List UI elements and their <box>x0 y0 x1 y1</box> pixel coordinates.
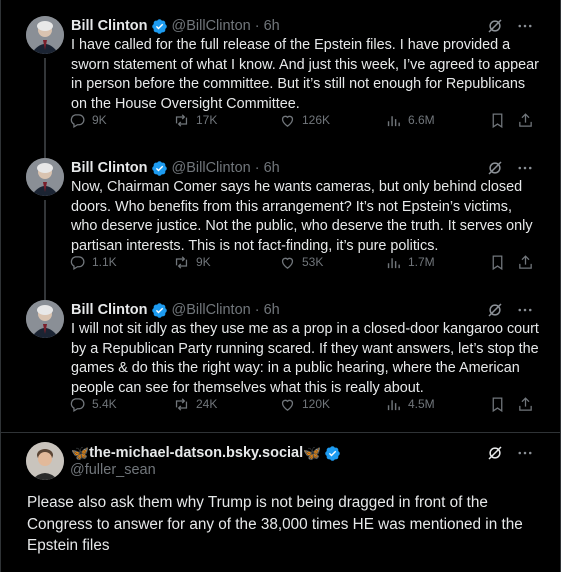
views-button[interactable]: 6.6M <box>385 112 435 129</box>
separator-dot: · <box>254 302 260 318</box>
share-icon <box>519 112 532 127</box>
views-count: 4.5M <box>408 397 435 411</box>
timestamp[interactable]: 6h <box>264 160 280 176</box>
tweet-top-icons <box>486 444 534 462</box>
timestamp[interactable]: 6h <box>264 18 280 34</box>
timestamp[interactable]: 6h <box>264 302 280 318</box>
tweet-header: Bill Clinton @BillClinton · 6h <box>71 158 280 178</box>
author-handle[interactable]: @BillClinton <box>172 18 251 34</box>
reply-button[interactable]: 9K <box>69 112 107 129</box>
divider <box>1 432 561 433</box>
repost-button[interactable]: 24K <box>173 396 217 413</box>
reply-button[interactable]: 1.1K <box>69 254 117 271</box>
tweet-top-icons <box>486 159 534 177</box>
share-icon <box>519 396 532 411</box>
reply-count: 5.4K <box>92 397 117 411</box>
author-name[interactable]: the-michael-datson.bsky.social <box>89 445 303 461</box>
reply-icon <box>70 113 85 128</box>
author-handle[interactable]: @BillClinton <box>172 160 251 176</box>
reply-count: 9K <box>92 113 107 127</box>
tweet-text: I have called for the full release of th… <box>71 37 539 112</box>
bookmark-button[interactable] <box>489 254 506 271</box>
like-button[interactable]: 126K <box>279 112 330 129</box>
like-count: 53K <box>302 255 324 269</box>
more-icon[interactable] <box>516 159 534 177</box>
tweet-text: Please also ask them why Trump is not be… <box>27 494 523 554</box>
tweet-top-icons <box>486 301 534 319</box>
author-handle[interactable]: @BillClinton <box>172 302 251 318</box>
reply-button[interactable]: 5.4K <box>69 396 117 413</box>
grok-icon[interactable] <box>486 444 504 462</box>
tweet-text: I will not sit idly as they use me as a … <box>71 321 539 396</box>
author-name[interactable]: Bill Clinton <box>71 160 148 176</box>
repost-count: 17K <box>196 113 218 127</box>
timeline: Bill Clinton @BillClinton · 6h I have ca… <box>0 0 561 572</box>
verified-badge-icon <box>151 18 168 35</box>
avatar[interactable] <box>26 16 64 54</box>
more-icon[interactable] <box>516 17 534 35</box>
grok-icon[interactable] <box>486 301 504 319</box>
verified-badge-icon <box>324 445 341 462</box>
tweet-top-icons <box>486 17 534 35</box>
more-icon[interactable] <box>516 301 534 319</box>
author-handle[interactable]: @fuller_sean <box>70 462 156 478</box>
share-button[interactable] <box>517 396 534 413</box>
share-button[interactable] <box>517 112 534 129</box>
repost-count: 9K <box>196 255 211 269</box>
share-button[interactable] <box>517 254 534 271</box>
views-count: 6.6M <box>408 113 435 127</box>
views-icon <box>387 399 400 410</box>
author-name[interactable]: Bill Clinton <box>71 18 148 34</box>
repost-icon <box>175 255 188 269</box>
bookmark-icon <box>492 112 503 128</box>
tweet-header: 🦋 the-michael-datson.bsky.social 🦋 <box>71 443 341 463</box>
verified-badge-icon <box>151 160 168 177</box>
repost-icon <box>175 113 188 127</box>
like-button[interactable]: 120K <box>279 396 330 413</box>
bookmark-button[interactable] <box>489 396 506 413</box>
avatar[interactable] <box>26 158 64 196</box>
tweet-text: Now, Chairman Comer says he wants camera… <box>71 179 533 254</box>
repost-button[interactable]: 17K <box>173 112 217 129</box>
more-icon[interactable] <box>516 444 534 462</box>
like-icon <box>281 115 294 127</box>
separator-dot: · <box>254 18 260 34</box>
reply-icon <box>70 255 85 270</box>
repost-button[interactable]: 9K <box>173 254 211 271</box>
reply-count: 1.1K <box>92 255 117 269</box>
like-icon <box>281 257 294 269</box>
like-icon <box>281 399 294 411</box>
author-name-suffix: 🦋 <box>303 445 322 462</box>
bookmark-icon <box>492 254 503 270</box>
share-icon <box>519 254 532 269</box>
grok-icon[interactable] <box>486 159 504 177</box>
views-icon <box>387 257 400 268</box>
like-count: 120K <box>302 397 331 411</box>
grok-icon[interactable] <box>486 17 504 35</box>
bookmark-icon <box>492 396 503 412</box>
views-icon <box>387 115 400 126</box>
repost-count: 24K <box>196 397 218 411</box>
views-button[interactable]: 1.7M <box>385 254 435 271</box>
views-count: 1.7M <box>408 255 435 269</box>
thread-connector <box>44 200 46 300</box>
tweet-header: Bill Clinton @BillClinton · 6h <box>71 300 280 320</box>
author-name-prefix: 🦋 <box>71 445 90 462</box>
tweet-header: Bill Clinton @BillClinton · 6h <box>71 16 280 36</box>
separator-dot: · <box>254 160 260 176</box>
like-count: 126K <box>302 113 331 127</box>
like-button[interactable]: 53K <box>279 254 323 271</box>
avatar[interactable] <box>26 442 64 480</box>
reply-icon <box>70 397 85 412</box>
thread-connector <box>44 58 46 158</box>
bookmark-button[interactable] <box>489 112 506 129</box>
repost-icon <box>175 397 188 411</box>
author-name[interactable]: Bill Clinton <box>71 302 148 318</box>
views-button[interactable]: 4.5M <box>385 396 435 413</box>
avatar[interactable] <box>26 300 64 338</box>
verified-badge-icon <box>151 302 168 319</box>
